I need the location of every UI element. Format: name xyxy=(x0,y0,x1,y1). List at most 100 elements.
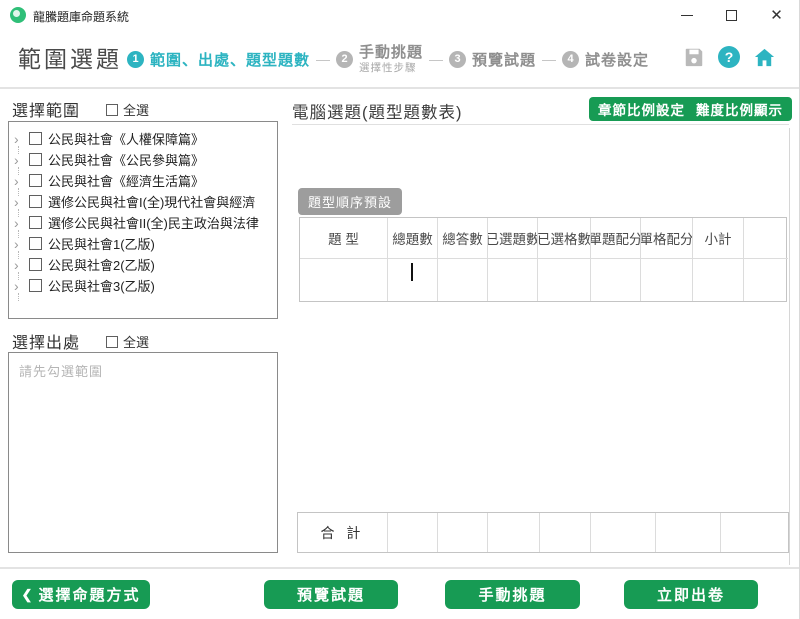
range-select-all-checkbox[interactable] xyxy=(106,104,118,116)
step-4-circle: 4 xyxy=(562,51,579,68)
expand-chevron-icon[interactable]: › xyxy=(14,132,27,146)
range-item-checkbox[interactable] xyxy=(29,258,42,271)
step-4-label: 試卷設定 xyxy=(585,49,649,70)
help-button[interactable]: ? xyxy=(717,45,741,69)
source-select-all[interactable]: 全選 xyxy=(106,332,149,351)
range-item-checkbox[interactable] xyxy=(29,195,42,208)
range-item-checkbox[interactable] xyxy=(29,132,42,145)
step-2-circle: 2 xyxy=(336,51,353,68)
total-label-cell: 合 計 xyxy=(298,513,388,552)
range-tree-item[interactable]: › 公民與社會《人權保障篇》 xyxy=(9,128,277,149)
question-table-header-cell: 總題數 xyxy=(388,218,438,259)
expand-chevron-icon[interactable]: › xyxy=(14,174,27,188)
step-dash-icon: — xyxy=(542,51,556,67)
range-item-checkbox[interactable] xyxy=(29,174,42,187)
expand-chevron-icon[interactable]: › xyxy=(14,258,27,272)
range-tree-item[interactable]: › 公民與社會《經濟生活篇》 xyxy=(9,170,277,191)
range-tree-item[interactable]: ›選修公民與社會II(全)民主政治與法律 xyxy=(9,212,277,233)
expand-chevron-icon[interactable]: › xyxy=(14,153,27,167)
source-section-title: 選擇出處 xyxy=(12,329,80,353)
range-item-label: 公民與社會3(乙版) xyxy=(48,276,155,295)
question-order-preset-button[interactable]: 題型順序預設 xyxy=(298,188,402,215)
preview-questions-button[interactable]: 預覽試題 xyxy=(264,580,398,609)
step-2-label: 手動挑題 xyxy=(359,44,423,61)
question-table-cell[interactable] xyxy=(744,259,788,301)
range-tree-item[interactable]: › 公民與社會3(乙版) xyxy=(9,275,277,296)
back-to-method-button[interactable]: ❮ 選擇命題方式 xyxy=(12,580,150,609)
expand-chevron-icon[interactable]: › xyxy=(14,195,27,209)
question-table-cell[interactable] xyxy=(300,259,388,301)
back-to-method-label: 選擇命題方式 xyxy=(38,584,140,605)
range-tree-item[interactable]: ›公民與社會1(乙版) xyxy=(9,233,277,254)
close-button[interactable]: ✕ xyxy=(754,0,799,30)
range-item-checkbox[interactable] xyxy=(29,279,42,292)
range-section-title: 選擇範圍 xyxy=(12,97,80,121)
range-item-label: 公民與社會《經濟生活篇》 xyxy=(48,171,204,190)
range-item-checkbox[interactable] xyxy=(29,153,42,166)
total-value-cell xyxy=(656,513,721,552)
save-icon xyxy=(683,46,705,68)
question-table-cell[interactable] xyxy=(693,259,744,301)
step-1-circle: 1 xyxy=(127,51,144,68)
computer-selection-title: 電腦選題(題型題數表) xyxy=(292,99,463,123)
question-table-header-cell: 已選題數 xyxy=(488,218,538,259)
expand-chevron-icon[interactable]: › xyxy=(14,216,27,230)
home-button[interactable] xyxy=(752,45,776,69)
step-3-circle: 3 xyxy=(449,51,466,68)
question-table-header-cell: 單題配分 xyxy=(591,218,641,259)
question-table-cell[interactable] xyxy=(591,259,641,301)
range-item-label: 公民與社會《人權保障篇》 xyxy=(48,129,204,148)
total-value-cell xyxy=(488,513,540,552)
minimize-button[interactable] xyxy=(664,0,709,30)
right-panel-divider xyxy=(292,124,789,125)
question-table-header-cell: 小計 xyxy=(693,218,744,259)
back-chevron-icon: ❮ xyxy=(22,587,33,603)
maximize-button[interactable] xyxy=(709,0,754,30)
question-table-cell[interactable] xyxy=(488,259,538,301)
step-indicator: 1 範圍、出處、題型題數 — 2 手動挑題 選擇性步驟 — 3 預覽試題 — 4… xyxy=(127,42,649,76)
manual-pick-button[interactable]: 手動挑題 xyxy=(445,580,580,609)
chapter-ratio-button[interactable]: 章節比例設定 xyxy=(589,97,694,121)
question-table-cell[interactable] xyxy=(641,259,693,301)
expand-chevron-icon[interactable]: › xyxy=(14,237,27,251)
total-value-cell xyxy=(721,513,790,552)
range-list: ›公民與社會《人權保障篇》›公民與社會《公民參與篇》›公民與社會《經濟生活篇》›… xyxy=(8,121,278,319)
save-button[interactable] xyxy=(682,45,706,69)
source-select-all-label: 全選 xyxy=(123,332,149,351)
difficulty-ratio-button[interactable]: 難度比例顯示 xyxy=(687,97,792,121)
step-2-sublabel: 選擇性步驟 xyxy=(359,62,423,74)
step-dash-icon: — xyxy=(316,51,330,67)
range-item-label: 公民與社會2(乙版) xyxy=(48,255,155,274)
step-2: 2 手動挑題 選擇性步驟 xyxy=(336,44,423,73)
expand-chevron-icon[interactable]: › xyxy=(14,279,27,293)
generate-exam-button[interactable]: 立即出卷 xyxy=(624,580,758,609)
question-table-header-row: 題 型總題數總答數已選題數已選格數單題配分單格配分小計 xyxy=(300,218,786,259)
question-table-cell[interactable] xyxy=(438,259,488,301)
total-value-cell xyxy=(388,513,438,552)
page-title: 範圍選題 xyxy=(18,40,122,74)
source-select-all-checkbox[interactable] xyxy=(106,336,118,348)
minimize-icon xyxy=(681,15,693,16)
range-item-label: 公民與社會《公民參與篇》 xyxy=(48,150,204,169)
footer-divider xyxy=(0,567,799,569)
range-tree-item[interactable]: ›選修公民與社會I(全)現代社會與經濟 xyxy=(9,191,277,212)
range-tree-item[interactable]: › 公民與社會2(乙版) xyxy=(9,254,277,275)
question-table-cell[interactable] xyxy=(388,259,438,301)
range-item-checkbox[interactable] xyxy=(29,216,42,229)
question-type-table: 題 型總題數總答數已選題數已選格數單題配分單格配分小計 xyxy=(299,217,787,302)
range-item-checkbox[interactable] xyxy=(29,237,42,250)
total-value-cell xyxy=(438,513,488,552)
step-1-label: 範圍、出處、題型題數 xyxy=(150,49,310,70)
range-select-all[interactable]: 全選 xyxy=(106,100,149,119)
total-value-cell xyxy=(540,513,591,552)
range-tree-item[interactable]: › 公民與社會《公民參與篇》 xyxy=(9,149,277,170)
right-panel-border xyxy=(789,128,790,565)
total-row: 合 計 xyxy=(297,512,789,553)
step-dash-icon: — xyxy=(429,51,443,67)
app-window: 龍騰題庫命題系統 ✕ 範圍選題 1 範圍、出處、題型題數 — 2 手動挑題 選擇… xyxy=(0,0,800,619)
source-placeholder: 請先勾選範圍 xyxy=(19,364,103,379)
window-title: 龍騰題庫命題系統 xyxy=(33,8,129,25)
home-icon xyxy=(753,46,776,69)
help-icon: ? xyxy=(718,46,740,68)
question-table-cell[interactable] xyxy=(538,259,591,301)
